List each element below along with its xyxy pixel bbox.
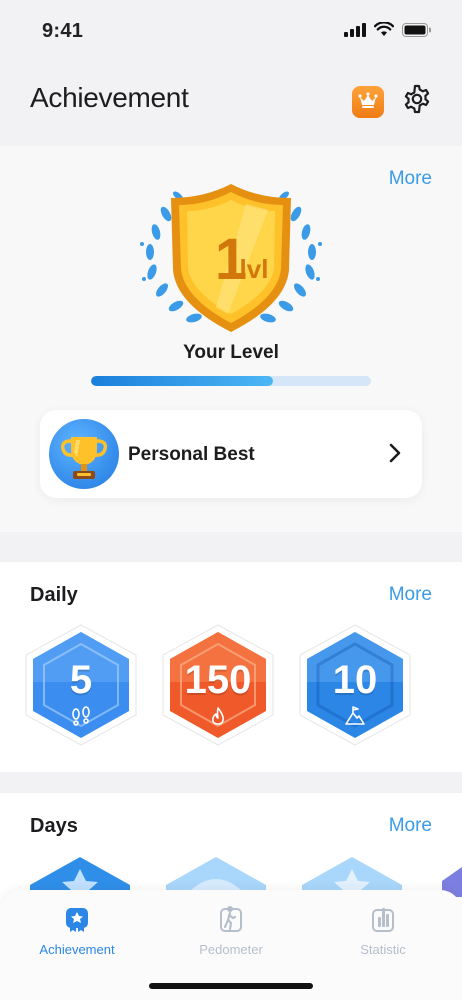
level-more-link[interactable]: More xyxy=(389,168,432,190)
daily-badge-climb[interactable]: 10 xyxy=(296,622,414,748)
trophy-icon xyxy=(49,419,119,489)
tab-statistic[interactable]: Statistic xyxy=(328,902,438,957)
level-badge: 1 lvl xyxy=(136,174,326,339)
daily-title: Daily xyxy=(30,584,78,606)
flame-icon xyxy=(159,706,277,731)
header: Achievement xyxy=(0,60,462,142)
status-bar: 9:41 xyxy=(0,0,462,60)
level-progress-fill xyxy=(91,376,273,386)
personal-best-row[interactable]: Personal Best xyxy=(40,410,422,498)
daily-badge-value: 10 xyxy=(332,658,378,702)
days-badge-3[interactable] xyxy=(300,855,404,895)
tab-pedometer[interactable]: Pedometer xyxy=(176,902,286,957)
bar-chart-icon xyxy=(328,902,438,936)
days-badge-1[interactable] xyxy=(28,855,132,895)
status-icons xyxy=(344,21,432,42)
daily-badge-value: 5 xyxy=(69,658,93,702)
cellular-signal-icon xyxy=(344,22,366,42)
tab-achievement[interactable]: Achievement xyxy=(22,902,132,957)
wifi-icon xyxy=(373,21,395,42)
daily-badge-calories[interactable]: 150 xyxy=(159,622,277,748)
gear-icon xyxy=(402,84,432,119)
achievement-tab-icon xyxy=(22,902,132,936)
walking-person-icon xyxy=(176,902,286,936)
home-indicator[interactable] xyxy=(149,983,313,989)
tab-label: Pedometer xyxy=(199,942,263,957)
mountain-flag-icon xyxy=(296,706,414,731)
days-badge-2[interactable] xyxy=(164,855,268,895)
premium-crown-button[interactable] xyxy=(352,86,384,118)
page-title: Achievement xyxy=(30,82,189,113)
your-level-label: Your Level xyxy=(183,342,279,363)
personal-best-label: Personal Best xyxy=(128,444,255,465)
daily-badge-steps[interactable]: 5 xyxy=(22,622,140,748)
days-more-link[interactable]: More xyxy=(389,815,432,837)
days-title: Days xyxy=(30,815,78,837)
crown-icon xyxy=(358,91,378,113)
settings-button[interactable] xyxy=(400,84,434,118)
level-progress-bar xyxy=(91,376,371,386)
battery-icon xyxy=(402,22,432,42)
status-time: 9:41 xyxy=(42,20,84,42)
chevron-right-icon xyxy=(388,442,402,469)
tab-label: Achievement xyxy=(39,942,115,957)
daily-badge-value: 150 xyxy=(184,658,252,702)
level-card: More 1 lvl Your Level Personal Best xyxy=(0,146,462,532)
tab-label: Statistic xyxy=(360,942,406,957)
svg-text:lvl: lvl xyxy=(240,254,269,284)
footsteps-icon xyxy=(22,706,140,731)
daily-more-link[interactable]: More xyxy=(389,584,432,606)
daily-card: Daily More 5 150 10 xyxy=(0,562,462,772)
